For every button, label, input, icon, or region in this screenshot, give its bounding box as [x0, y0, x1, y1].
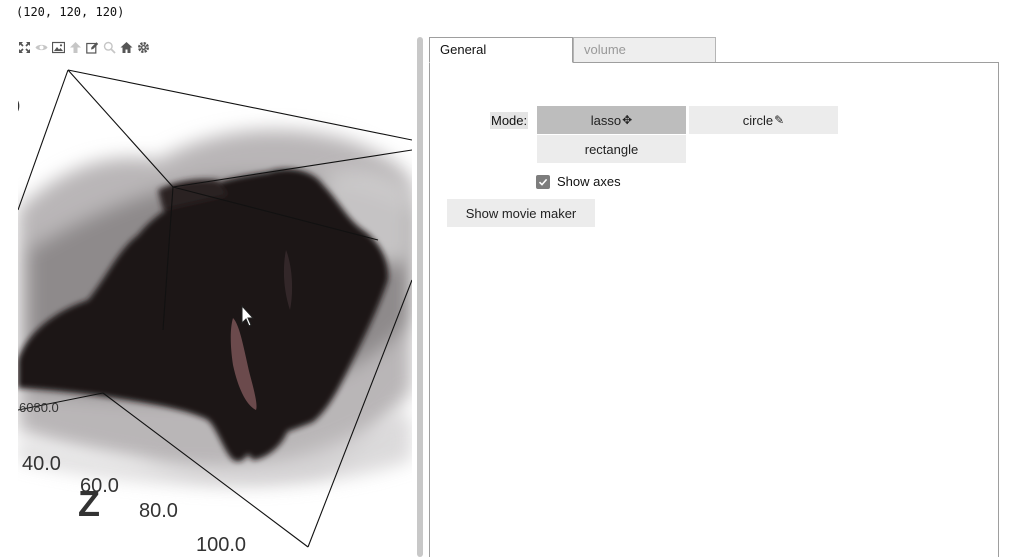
mode-lasso-label: lasso	[590, 112, 622, 128]
volume-3d-viewer[interactable]: 40.0 60.0 80.0 100.0 Z 6080.0 )	[18, 60, 412, 557]
show-movie-maker-button[interactable]: Show movie maker	[447, 199, 595, 227]
output-shape-text: (120, 120, 120)	[16, 5, 125, 19]
mode-label: Mode:	[490, 112, 529, 129]
move-icon: ✥	[622, 113, 633, 127]
tab-bar: General volume	[429, 37, 716, 63]
show-movie-maker-label: Show movie maker	[465, 205, 577, 221]
show-axes-row: Show axes	[536, 174, 621, 189]
mode-circle-label: circle	[742, 112, 774, 128]
zoom-icon[interactable]	[103, 41, 116, 54]
tab-content-general: Mode: lasso ✥ circle ✎ rectangle Show axes…	[429, 62, 999, 557]
axis-tick-overlap: 6080.0	[19, 400, 59, 415]
mode-circle-button[interactable]: circle ✎	[689, 106, 838, 134]
viewer-toolbar	[18, 41, 150, 54]
eye-icon[interactable]	[35, 41, 48, 54]
axis-tick-80: 80.0	[139, 500, 178, 522]
edit-icon: ✎	[774, 113, 785, 127]
gear-icon[interactable]	[137, 41, 150, 54]
edit-icon[interactable]	[86, 41, 99, 54]
pane-splitter[interactable]	[417, 37, 423, 557]
axis-tick-40: 40.0	[22, 453, 61, 475]
expand-icon[interactable]	[18, 41, 31, 54]
mode-rectangle-button[interactable]: rectangle	[537, 135, 686, 163]
upload-arrow-icon[interactable]	[69, 41, 82, 54]
control-panel: General volume Mode: lasso ✥ circle ✎ rect…	[429, 37, 999, 557]
tab-volume[interactable]: volume	[573, 37, 716, 63]
checkmark-icon	[538, 178, 548, 186]
home-icon[interactable]	[120, 41, 133, 54]
mode-lasso-button[interactable]: lasso ✥	[537, 106, 686, 134]
show-axes-label: Show axes	[557, 174, 621, 189]
mode-rectangle-label: rectangle	[584, 141, 639, 157]
tab-general[interactable]: General	[429, 37, 573, 63]
image-icon[interactable]	[52, 41, 65, 54]
show-axes-checkbox[interactable]	[536, 174, 550, 189]
axis-tick-100: 100.0	[196, 534, 246, 556]
axis-name-z: Z	[78, 483, 100, 524]
axis-fragment: )	[18, 97, 20, 114]
